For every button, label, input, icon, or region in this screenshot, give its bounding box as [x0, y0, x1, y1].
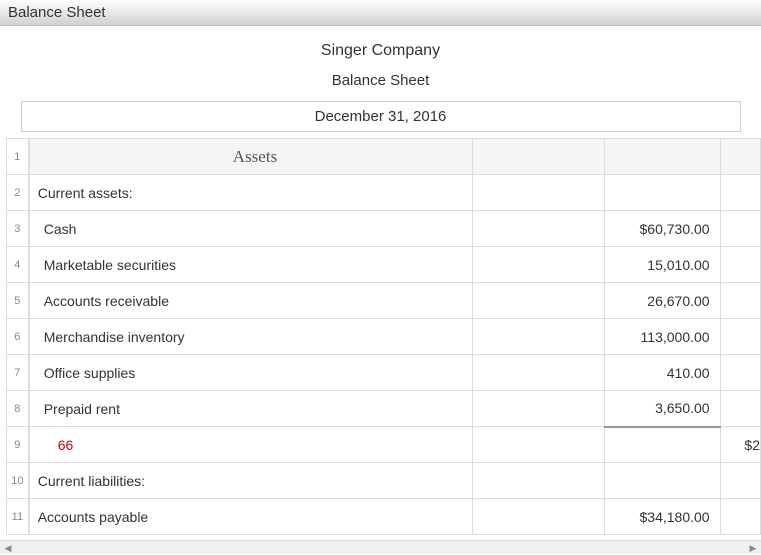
- table-row[interactable]: 966 $2: [7, 427, 761, 463]
- cell-col-b[interactable]: [473, 283, 604, 319]
- cell-col-d[interactable]: [720, 463, 760, 499]
- cell-col-d[interactable]: [720, 391, 760, 427]
- company-name: Singer Company: [18, 36, 743, 72]
- table-row[interactable]: 6Merchandise inventory 113,000.00: [7, 319, 761, 355]
- date-input[interactable]: [21, 101, 741, 132]
- cell-col-d[interactable]: [720, 139, 760, 175]
- cell-col-b[interactable]: [473, 391, 604, 427]
- table-row[interactable]: 2Current assets:: [7, 175, 761, 211]
- row-number: 1: [7, 139, 29, 175]
- row-label[interactable]: Office supplies: [29, 355, 473, 391]
- scroll-left-icon[interactable]: ◀: [0, 541, 16, 555]
- row-number: 7: [7, 355, 29, 391]
- cell-col-b[interactable]: [473, 211, 604, 247]
- table-row[interactable]: 7Office supplies 410.00: [7, 355, 761, 391]
- row-number: 6: [7, 319, 29, 355]
- row-number: 8: [7, 391, 29, 427]
- window-title-bar: Balance Sheet: [0, 0, 761, 26]
- row-label[interactable]: Merchandise inventory: [29, 319, 473, 355]
- cell-col-d[interactable]: [720, 247, 760, 283]
- cell-col-d[interactable]: [720, 319, 760, 355]
- row-number: 5: [7, 283, 29, 319]
- cell-col-c[interactable]: 113,000.00: [604, 319, 720, 355]
- row-label[interactable]: Current assets:: [29, 175, 473, 211]
- cell-col-c[interactable]: 3,650.00: [604, 391, 720, 427]
- cell-col-b[interactable]: [473, 463, 604, 499]
- row-label[interactable]: Cash: [29, 211, 473, 247]
- row-label[interactable]: 66: [29, 427, 473, 463]
- cell-col-c[interactable]: 26,670.00: [604, 283, 720, 319]
- row-number: 10: [7, 463, 29, 499]
- row-label[interactable]: Accounts payable: [29, 499, 473, 535]
- document-header: Singer Company Balance Sheet: [18, 26, 743, 132]
- cell-col-d[interactable]: $2: [720, 427, 760, 463]
- row-label[interactable]: Marketable securities: [29, 247, 473, 283]
- cell-col-d[interactable]: [720, 283, 760, 319]
- cell-col-c[interactable]: [604, 463, 720, 499]
- window-title: Balance Sheet: [8, 4, 106, 21]
- cell-col-c[interactable]: [604, 175, 720, 211]
- row-number: 3: [7, 211, 29, 247]
- cell-col-b[interactable]: [473, 139, 604, 175]
- cell-col-c[interactable]: 15,010.00: [604, 247, 720, 283]
- cell-col-c[interactable]: $60,730.00: [604, 211, 720, 247]
- row-label[interactable]: Current liabilities:: [29, 463, 473, 499]
- table-row[interactable]: 3Cash $60,730.00: [7, 211, 761, 247]
- row-number: 9: [7, 427, 29, 463]
- table-row[interactable]: 11Accounts payable $34,180.00: [7, 499, 761, 535]
- cell-col-b[interactable]: [473, 355, 604, 391]
- cell-col-d[interactable]: [720, 355, 760, 391]
- cell-col-b[interactable]: [473, 319, 604, 355]
- cell-col-c[interactable]: [604, 139, 720, 175]
- row-label[interactable]: Accounts receivable: [29, 283, 473, 319]
- table-row[interactable]: 1Assets: [7, 139, 761, 175]
- cell-col-d[interactable]: [720, 175, 760, 211]
- table-row[interactable]: 5Accounts receivable 26,670.00: [7, 283, 761, 319]
- cell-col-b[interactable]: [473, 427, 604, 463]
- cell-col-d[interactable]: [720, 499, 760, 535]
- document-title: Balance Sheet: [18, 72, 743, 101]
- row-number: 11: [7, 499, 29, 535]
- scroll-right-icon[interactable]: ▶: [745, 541, 761, 555]
- cell-col-c[interactable]: $34,180.00: [604, 499, 720, 535]
- row-label[interactable]: Prepaid rent: [29, 391, 473, 427]
- row-number: 2: [7, 175, 29, 211]
- table-row[interactable]: 8Prepaid rent 3,650.00: [7, 391, 761, 427]
- row-number: 4: [7, 247, 29, 283]
- balance-sheet-table: 1Assets2Current assets:3Cash$60,730.004M…: [6, 138, 761, 535]
- horizontal-scrollbar[interactable]: ◀ ▶: [0, 540, 761, 554]
- row-label[interactable]: Assets: [29, 139, 473, 175]
- cell-col-c[interactable]: [604, 427, 720, 463]
- cell-col-b[interactable]: [473, 175, 604, 211]
- cell-col-b[interactable]: [473, 499, 604, 535]
- cell-col-c[interactable]: 410.00: [604, 355, 720, 391]
- date-field-wrap: [21, 101, 741, 132]
- table-row[interactable]: 10Current liabilities:: [7, 463, 761, 499]
- cell-col-b[interactable]: [473, 247, 604, 283]
- spreadsheet-grid: 1Assets2Current assets:3Cash$60,730.004M…: [6, 138, 761, 535]
- cell-col-d[interactable]: [720, 211, 760, 247]
- table-row[interactable]: 4Marketable securities 15,010.00: [7, 247, 761, 283]
